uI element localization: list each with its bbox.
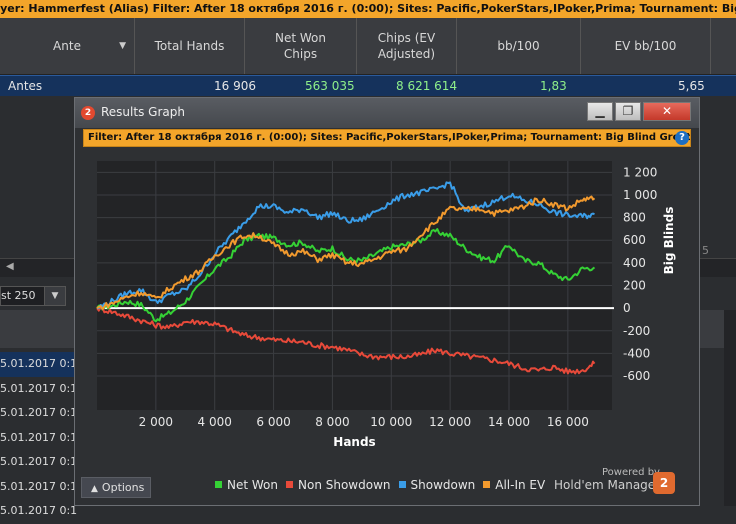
chart-legend: Net Won Non Showdown Showdown All-In EV	[215, 478, 553, 494]
legend-swatch	[483, 481, 491, 488]
y-tick-label: 400	[623, 256, 646, 270]
col-chips-ev[interactable]: Chips (EV Adjusted)	[356, 18, 456, 74]
session-date-list: 5.01.2017 0:1 5.01.2017 0:1 5.01.2017 0:…	[0, 352, 80, 524]
x-tick-label: 8 000	[315, 415, 349, 429]
col-total-hands[interactable]: Total Hands	[134, 18, 244, 74]
results-graph-window: 2 Results Graph ▁ ❐ ✕ Filter: After 18 о…	[74, 97, 700, 506]
vertical-scrollbar[interactable]	[724, 310, 736, 506]
col-extra	[710, 18, 736, 74]
graph-filter-text: Filter: After 18 октября 2016 г. (0:00);…	[88, 132, 690, 143]
x-tick-label: 2 000	[139, 415, 173, 429]
legend-item[interactable]: Non Showdown	[286, 478, 391, 492]
chevron-down-icon[interactable]: ▼	[119, 38, 126, 54]
list-item[interactable]: 5.01.2017 0:1	[0, 450, 80, 475]
x-tick-label: 12 000	[429, 415, 471, 429]
col-ante[interactable]: Ante ▼	[0, 18, 134, 74]
y-tick-label: 200	[623, 279, 646, 293]
legend-swatch	[215, 481, 222, 488]
scroll-left-icon[interactable]: ◀	[6, 261, 14, 272]
window-title: Results Graph	[101, 105, 185, 119]
info-icon[interactable]: ?	[675, 131, 689, 145]
bg-right-digit: 5	[702, 244, 709, 257]
hands-filter-value: st 250	[1, 289, 36, 302]
legend-label: Showdown	[410, 478, 476, 492]
window-titlebar[interactable]: 2 Results Graph ▁ ❐ ✕	[75, 98, 699, 128]
legend-label: Non Showdown	[298, 478, 391, 492]
x-tick-label: 14 000	[488, 415, 530, 429]
list-item[interactable]: 5.01.2017 0:1	[0, 352, 80, 377]
col-net-won[interactable]: Net Won Chips	[244, 18, 356, 74]
y-axis-label: Big Blinds	[662, 207, 676, 275]
graph-filter-bar: Filter: After 18 октября 2016 г. (0:00);…	[83, 129, 691, 147]
chevron-up-icon: ▲	[91, 484, 98, 494]
stats-table-header: Ante ▼ Total Hands Net Won Chips Chips (…	[0, 18, 736, 75]
antes-total-hands: 16 906	[214, 79, 256, 93]
y-tick-label: 600	[623, 233, 646, 247]
top-filter-text: ayer: Hammerfest (Alias) Filter: After 1…	[0, 2, 736, 15]
legend-label: All-In EV	[495, 478, 546, 492]
app-logo-icon: 2	[81, 106, 95, 120]
brand-name: Hold'em Manager	[554, 478, 661, 492]
y-tick-label: -400	[623, 346, 650, 360]
antes-ev-bb100: 5,65	[678, 79, 705, 93]
chevron-down-icon[interactable]: ▼	[44, 286, 66, 306]
powered-by-label: Powered by	[602, 467, 660, 478]
brand-logo-icon: 2	[653, 472, 675, 494]
legend-swatch	[286, 481, 293, 488]
y-tick-label: 800	[623, 211, 646, 225]
top-filter-bar: ayer: Hammerfest (Alias) Filter: After 1…	[0, 0, 736, 18]
antes-net-won: 563 035	[305, 79, 355, 93]
minimize-button[interactable]: ▁	[587, 102, 613, 121]
x-tick-label: 4 000	[198, 415, 232, 429]
results-line-chart: -600 -400 -200 0 200 400 600 800 1 000 1 200 2 000…	[96, 161, 676, 449]
col-net-won-label: Net Won Chips	[275, 31, 326, 61]
antes-chips-ev: 8 621 614	[396, 79, 458, 93]
list-item[interactable]: 5.01.2017 0:1	[0, 499, 80, 524]
y-tick-label: 1 200	[623, 165, 657, 179]
legend-item[interactable]: Net Won	[215, 478, 278, 492]
close-icon: ✕	[661, 104, 673, 118]
x-tick-label: 6 000	[256, 415, 290, 429]
list-item[interactable]: 5.01.2017 0:1	[0, 401, 80, 426]
legend-item[interactable]: Showdown	[398, 478, 476, 492]
legend-swatch	[398, 481, 406, 488]
options-button[interactable]: ▲ Options	[81, 477, 151, 498]
close-button[interactable]: ✕	[643, 102, 691, 121]
col-bb100-label: bb/100	[497, 39, 540, 53]
antes-row[interactable]: Antes 16 906 563 035 8 621 614 1,83 5,65	[0, 75, 736, 97]
maximize-icon: ❐	[622, 104, 634, 118]
x-axis-label: Hands	[333, 435, 375, 449]
list-item[interactable]: 5.01.2017 0:1	[0, 426, 80, 451]
col-bb100[interactable]: bb/100	[456, 18, 580, 74]
col-ev-bb100[interactable]: EV bb/100	[580, 18, 710, 74]
x-tick-label: 16 000	[547, 415, 589, 429]
legend-label: Net Won	[227, 478, 278, 492]
antes-bb100: 1,83	[540, 79, 567, 93]
y-tick-label: 0	[623, 301, 631, 315]
legend-item[interactable]: All-In EV	[483, 478, 545, 492]
maximize-button[interactable]: ❐	[615, 102, 641, 121]
col-ev-bb100-label: EV bb/100	[614, 39, 677, 53]
col-total-hands-label: Total Hands	[154, 39, 225, 53]
antes-label: Antes	[8, 79, 43, 93]
y-tick-label: 1 000	[623, 188, 657, 202]
y-tick-label: -600	[623, 369, 650, 383]
col-chips-ev-label: Chips (EV Adjusted)	[377, 31, 436, 61]
minimize-icon: ▁	[595, 104, 605, 118]
x-tick-label: 10 000	[370, 415, 412, 429]
y-tick-label: -200	[623, 324, 650, 338]
col-ante-label: Ante	[53, 39, 81, 53]
list-item[interactable]: 5.01.2017 0:1	[0, 377, 80, 402]
list-item[interactable]: 5.01.2017 0:1	[0, 475, 80, 500]
options-label: Options	[101, 481, 145, 494]
